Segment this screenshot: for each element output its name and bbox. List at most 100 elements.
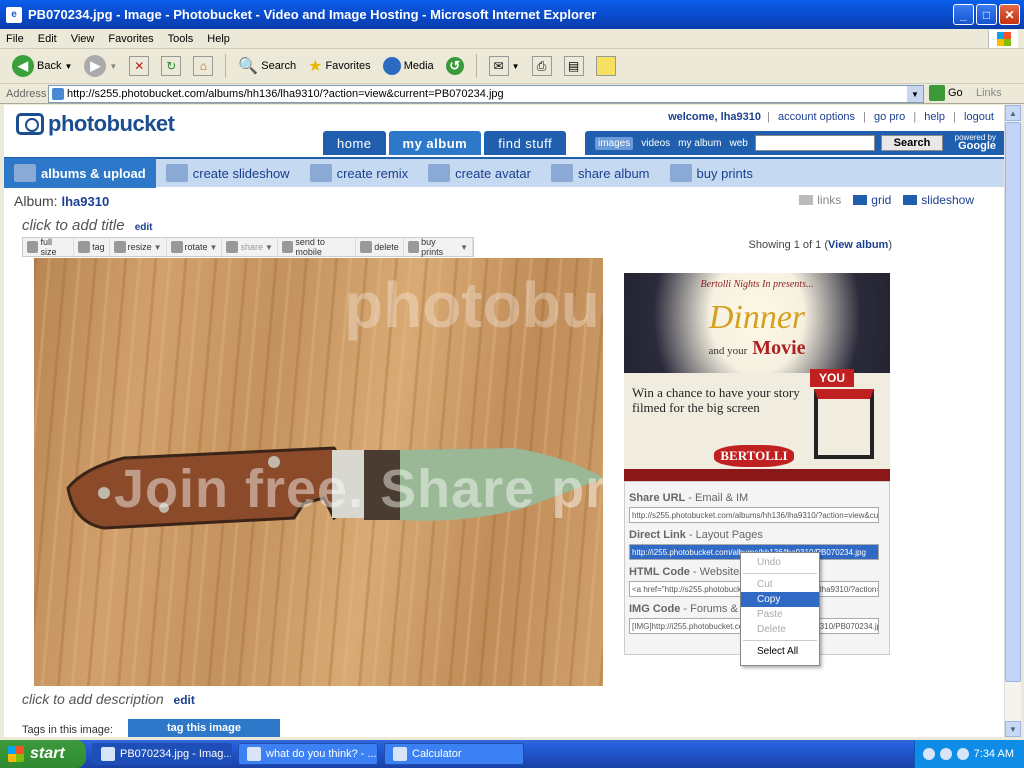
menu-view[interactable]: View [71,33,95,45]
tray-icon[interactable] [922,748,935,760]
go-arrow-icon [929,85,945,101]
resize-button[interactable]: resize ▼ [110,238,167,256]
start-button[interactable]: start [0,740,86,768]
back-arrow-icon: ◀ [12,55,34,77]
scroll-up-icon[interactable]: ▲ [1005,105,1021,121]
window-title: PB070234.jpg - Image - Photobucket - Vid… [28,7,597,22]
delete-button[interactable]: delete [356,238,404,256]
mail-icon: ✉ [488,56,509,76]
view-links[interactable]: links [799,193,841,207]
minimize-button[interactable]: _ [953,4,974,25]
media-button[interactable]: Media [379,55,438,77]
ie-icon [101,747,115,761]
search-button[interactable]: 🔍 Search [234,54,300,78]
view-slideshow[interactable]: slideshow [903,193,974,207]
tray-icon[interactable] [939,748,952,760]
task-calculator[interactable]: Calculator [384,743,524,765]
sub-nav: albums & upload create slideshow create … [4,157,1004,188]
subnav-buy-prints[interactable]: buy prints [660,158,763,188]
rotate-button[interactable]: rotate ▼ [167,238,223,256]
home-button[interactable]: ⌂ [189,54,217,78]
share-icon [550,164,573,182]
view-grid[interactable]: grid [853,193,891,207]
edit-description-link[interactable]: edit [174,693,195,707]
photobucket-logo[interactable]: photobucket [16,111,175,137]
favorites-button[interactable]: ★ Favorites [304,54,375,78]
share-button[interactable]: share ▼ [222,238,278,256]
share-url-field[interactable]: http://s255.photobucket.com/albums/hh136… [629,507,879,523]
tab-find-stuff[interactable]: find stuff [484,131,567,155]
site-search-button[interactable]: Search [881,135,943,151]
browser-toolbar: ◀ Back ▼ ▶ ▼ ✕ ↻ ⌂ 🔍 Search ★ Favorites … [0,49,1024,84]
tag-button[interactable]: tag [74,238,110,256]
go-pro-link[interactable]: go pro [874,111,905,123]
maximize-button[interactable]: □ [976,4,997,25]
menu-item-paste[interactable]: Paste [741,607,819,622]
edit-title-link[interactable]: edit [135,222,153,233]
menu-item-undo[interactable]: Undo [741,555,819,570]
history-button[interactable]: ↺ [442,55,468,77]
bertolli-advertisement[interactable]: Bertolli Nights In presents... Dinner an… [624,273,890,481]
links-button[interactable]: Links [976,87,1002,99]
chevron-down-icon[interactable]: ▼ [907,86,923,102]
menu-favorites[interactable]: Favorites [108,33,153,45]
search-type-images[interactable]: images [595,136,634,150]
back-button[interactable]: ◀ Back ▼ [8,53,76,79]
image-title[interactable]: click to add title edit [22,217,153,234]
help-link[interactable]: help [924,111,945,123]
subnav-albums-upload[interactable]: albums & upload [4,158,156,188]
menu-item-copy[interactable]: Copy [741,592,819,607]
refresh-button[interactable]: ↻ [157,54,185,78]
menu-item-delete[interactable]: Delete [741,622,819,637]
view-album-link[interactable]: View album [828,239,888,251]
mail-button[interactable]: ✉ ▼ [485,54,524,78]
subnav-create-slideshow[interactable]: create slideshow [156,158,300,188]
menu-file[interactable]: File [6,33,24,45]
menu-item-cut[interactable]: Cut [741,577,819,592]
context-menu: Undo Cut Copy Paste Delete Select All [740,552,820,666]
site-search-input[interactable] [755,135,875,151]
scroll-down-icon[interactable]: ▼ [1005,721,1021,737]
home-icon: ⌂ [193,56,214,76]
tab-my-album[interactable]: my album [388,131,482,155]
account-options-link[interactable]: account options [778,111,855,123]
search-type-web[interactable]: web [730,138,748,149]
album-name-link[interactable]: lha9310 [61,194,109,209]
search-type-my-album[interactable]: my album [678,138,721,149]
scroll-thumb[interactable] [1005,122,1021,682]
task-forum[interactable]: what do you think? - ... [238,743,378,765]
clock[interactable]: 7:34 AM [974,748,1014,760]
tab-home[interactable]: home [323,131,386,155]
stop-button[interactable]: ✕ [125,54,153,78]
menu-tools[interactable]: Tools [168,33,194,45]
send-to-mobile-button[interactable]: send to mobile [278,237,357,257]
edit-button[interactable]: ▤ [560,54,588,78]
directors-chair-icon [814,389,874,459]
address-input[interactable]: http://s255.photobucket.com/albums/hh136… [48,85,924,103]
forward-button[interactable]: ▶ ▼ [80,53,121,79]
tag-this-image-button[interactable]: tag this image [128,719,280,737]
buy-prints-button[interactable]: buy prints ▼ [404,237,473,257]
subnav-create-avatar[interactable]: create avatar [418,158,541,188]
print-button[interactable]: ⎙ [528,54,556,78]
close-button[interactable]: ✕ [999,4,1020,25]
messenger-button[interactable] [592,54,620,78]
image-description[interactable]: click to add description edit [22,691,195,707]
task-photobucket[interactable]: PB070234.jpg - Imag... [92,743,232,765]
menu-help[interactable]: Help [207,33,230,45]
menu-edit[interactable]: Edit [38,33,57,45]
avatar-icon [428,164,451,182]
go-button[interactable]: Go [929,85,963,101]
tray-icon[interactable] [956,748,969,760]
vertical-scrollbar[interactable]: ▲ ▼ [1004,105,1021,737]
media-icon [382,57,401,75]
search-type-videos[interactable]: videos [641,138,670,149]
logout-link[interactable]: logout [964,111,994,123]
full-size-button[interactable]: full size [23,237,75,257]
edit-icon: ▤ [563,56,584,76]
remix-icon [309,164,332,182]
menu-item-select-all[interactable]: Select All [741,644,819,659]
main-photo[interactable]: photobucket Join free. Share privately. [34,258,603,686]
subnav-create-remix[interactable]: create remix [300,158,419,188]
subnav-share-album[interactable]: share album [541,158,660,188]
